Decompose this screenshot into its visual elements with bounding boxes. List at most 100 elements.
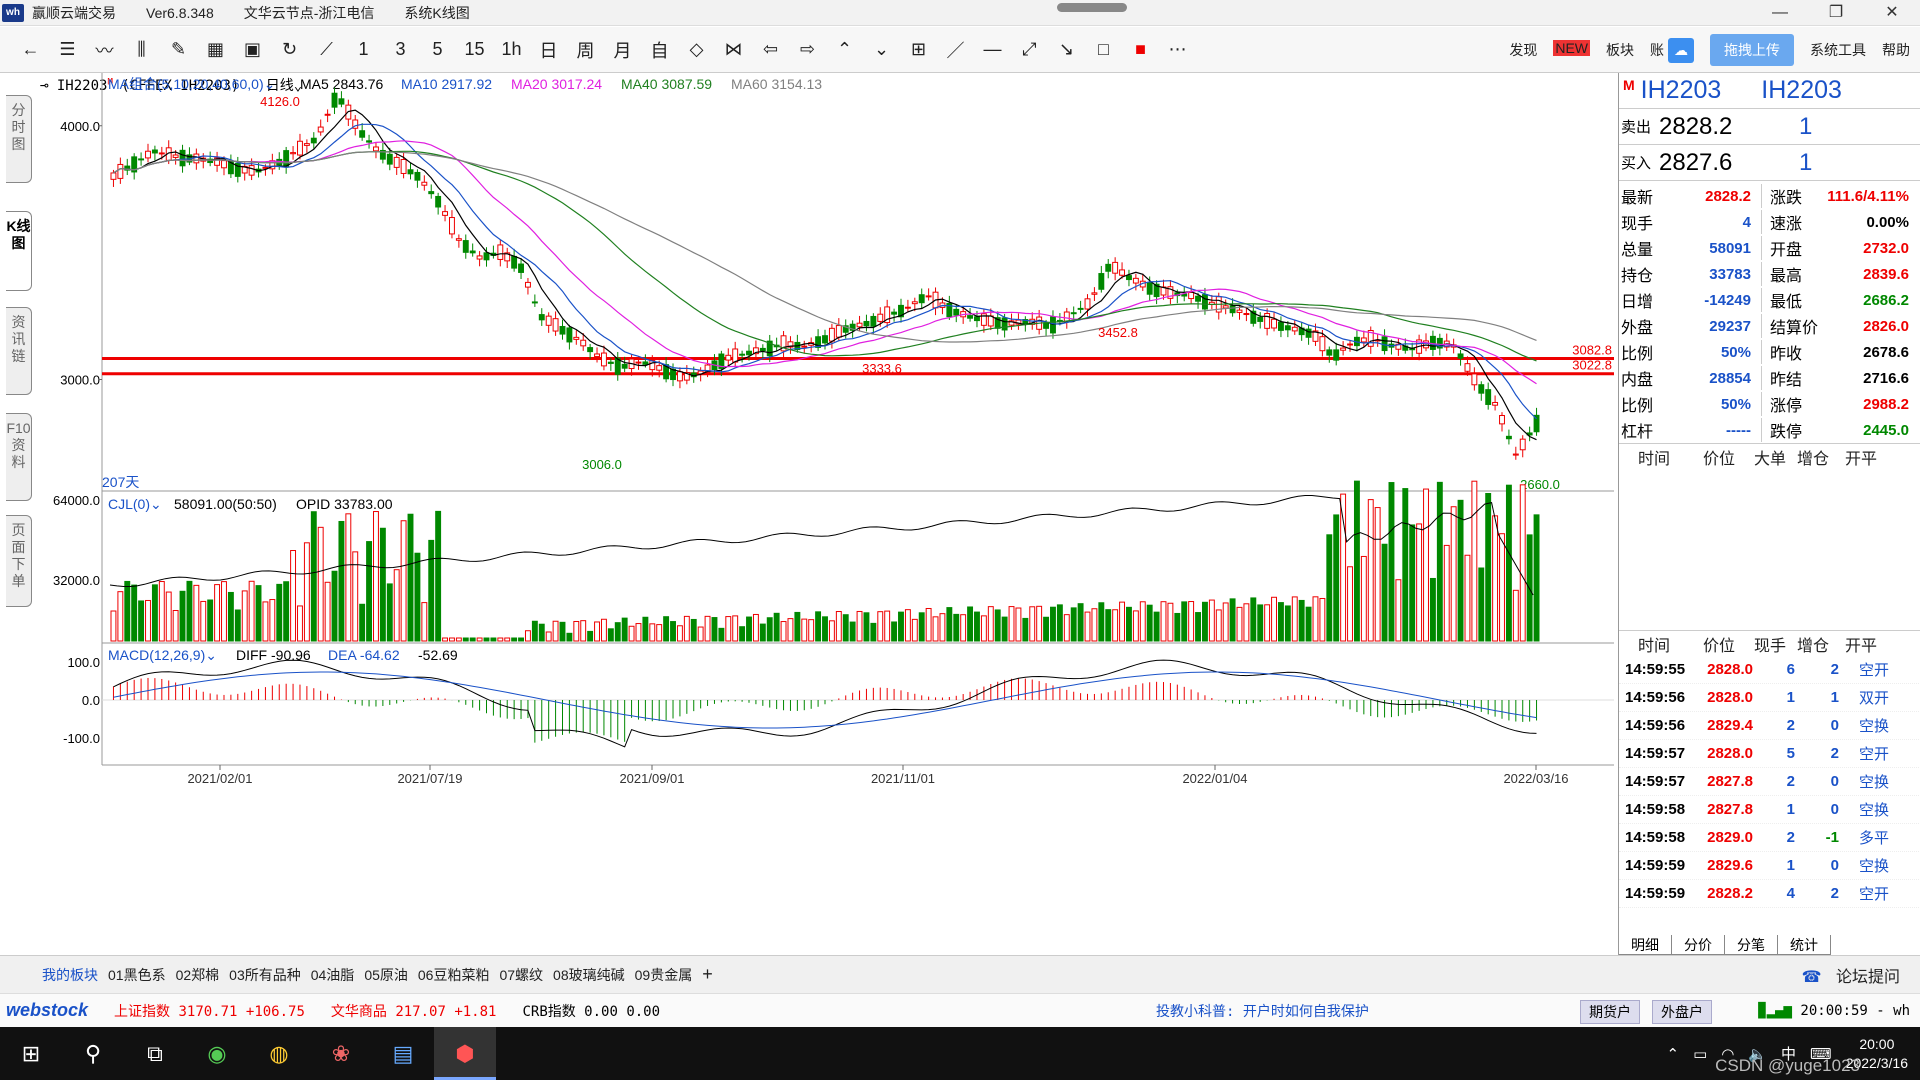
down-icon[interactable]: ⌄ [863, 39, 900, 60]
board-tab-2[interactable]: 02郑棉 [176, 965, 220, 985]
wh6-app-icon[interactable]: ⬢ [434, 1027, 496, 1080]
wh-commodity-index[interactable]: 文华商品 217.07 +1.81 [331, 1001, 497, 1021]
task-view-icon[interactable]: ⧉ [124, 1041, 186, 1067]
minimize-button[interactable]: — [1752, 0, 1808, 26]
sell-row[interactable]: 卖出 2828.2 1 [1619, 109, 1920, 145]
period-day[interactable]: 日 [530, 37, 567, 63]
column-header[interactable]: 时间 [1619, 445, 1689, 469]
tick-row[interactable]: 14:59:57 2827.8 2 0 空换 [1619, 768, 1920, 796]
column-header[interactable]: 现手 [1749, 632, 1791, 656]
quote-tab[interactable]: 明细 [1619, 935, 1672, 955]
kline-chart[interactable]: 4000.0 3000.0 MA组合(5,10,20,40,60,0)⌄ MA5 28… [0, 73, 1618, 955]
chrome-icon[interactable]: ◍ [248, 1041, 310, 1067]
draw-icon[interactable]: ✎ [160, 39, 197, 60]
maximize-button[interactable]: ❐ [1808, 0, 1864, 26]
battery-icon[interactable]: ▭ [1693, 1045, 1707, 1063]
move-left-icon[interactable]: ⇦ [752, 39, 789, 60]
period-1min[interactable]: 1 [345, 39, 382, 60]
system-tools-button[interactable]: 系统工具 [1810, 40, 1866, 60]
rect-tool-icon[interactable]: □ [1085, 39, 1122, 60]
indicator-icon[interactable]: ⟋ [308, 39, 345, 60]
drag-handle[interactable] [1057, 3, 1127, 12]
period-5min[interactable]: 5 [419, 39, 456, 60]
zoom-out-icon[interactable]: ⋈ [715, 39, 752, 60]
column-header[interactable]: 价位 [1689, 445, 1749, 469]
crb-index[interactable]: CRB指数 0.00 0.00 [522, 1001, 660, 1021]
zoom-in-icon[interactable]: ◇ [678, 39, 715, 60]
stat-key-2[interactable]: 结算价 [1761, 314, 1819, 338]
upload-button[interactable]: 拖拽上传 [1710, 34, 1794, 66]
stat-value: ----- [1726, 421, 1751, 439]
back-icon[interactable]: ← [12, 39, 49, 60]
period-week[interactable]: 周 [567, 37, 604, 63]
ray-tool-icon[interactable]: ⤢ [1011, 39, 1048, 60]
sh-index[interactable]: 上证指数 3170.71 +106.75 [114, 1001, 305, 1021]
tick-row[interactable]: 14:59:56 2829.4 2 0 空换 [1619, 712, 1920, 740]
my-board-tab[interactable]: 我的板块 [42, 965, 98, 985]
layout-icon[interactable]: ⊞ [900, 39, 937, 60]
column-header[interactable]: 开平 [1835, 632, 1887, 656]
buy-row[interactable]: 买入 2827.6 1 [1619, 145, 1920, 181]
close-button[interactable]: ✕ [1864, 0, 1920, 26]
column-header[interactable]: 时间 [1619, 632, 1689, 656]
quote-list-icon[interactable]: ☰ [49, 39, 86, 60]
refresh-icon[interactable]: ↻ [271, 39, 308, 60]
help-button[interactable]: 帮助 [1882, 40, 1910, 60]
board-button[interactable]: 板块 [1606, 40, 1634, 60]
board-tab-6[interactable]: 06豆粕菜粕 [418, 965, 490, 985]
add-board-button[interactable]: + [702, 964, 713, 985]
start-icon[interactable]: ⊞ [0, 1041, 62, 1067]
column-header[interactable]: 开平 [1835, 445, 1887, 469]
tick-row[interactable]: 14:59:58 2829.0 2 -1 多平 [1619, 824, 1920, 852]
save-icon[interactable]: ▣ [234, 39, 271, 60]
chart-svg[interactable]: 4000.0 3000.0 MA组合(5,10,20,40,60,0)⌄ MA5 28… [0, 73, 1618, 955]
board-tab-7[interactable]: 07螺纹 [499, 965, 543, 985]
tick-row[interactable]: 14:59:59 2828.2 4 2 空开 [1619, 880, 1920, 908]
app-icon-2[interactable]: ❀ [310, 1041, 372, 1067]
calculator-icon[interactable]: ▦ [197, 39, 234, 60]
column-header[interactable]: 增仓 [1791, 632, 1835, 656]
bar-chart-icon[interactable]: ⫼ [123, 39, 160, 60]
column-header[interactable]: 价位 [1689, 632, 1749, 656]
tick-row[interactable]: 14:59:59 2829.6 1 0 空换 [1619, 852, 1920, 880]
board-tab-1[interactable]: 01黑色系 [108, 965, 166, 985]
color-icon[interactable]: ■ [1122, 39, 1159, 60]
quote-tab[interactable]: 分笔 [1725, 935, 1778, 955]
search-icon[interactable]: ⚲ [62, 1041, 124, 1067]
app-icon-3[interactable]: ▤ [372, 1041, 434, 1067]
chevron-up-icon[interactable]: ⌃ [1666, 1045, 1679, 1063]
hline-tool-icon[interactable]: — [974, 39, 1011, 60]
column-header[interactable]: 大单 [1749, 445, 1791, 469]
forum-button[interactable]: ☎ 论坛提问 [1802, 963, 1900, 987]
quote-tab[interactable]: 分价 [1672, 935, 1725, 955]
tick-row[interactable]: 14:59:56 2828.0 1 1 双开 [1619, 684, 1920, 712]
account-button[interactable]: 账 [1650, 40, 1664, 60]
line-chart-icon[interactable]: 〰 [86, 37, 123, 63]
column-header[interactable]: 增仓 [1791, 445, 1835, 469]
board-tab-4[interactable]: 04油脂 [311, 965, 355, 985]
tick-row[interactable]: 14:59:55 2828.0 6 2 空开 [1619, 656, 1920, 684]
app-360-icon[interactable]: ◉ [186, 1041, 248, 1067]
period-1h[interactable]: 1h [493, 39, 530, 60]
board-tab-9[interactable]: 09贵金属 [635, 965, 693, 985]
futures-account-button[interactable]: 期货户 [1580, 1000, 1640, 1024]
period-15min[interactable]: 15 [456, 39, 493, 60]
period-month[interactable]: 月 [604, 37, 641, 63]
up-icon[interactable]: ⌃ [826, 39, 863, 60]
more-icon[interactable]: ⋯ [1159, 39, 1196, 60]
tick-row[interactable]: 14:59:57 2828.0 5 2 空开 [1619, 740, 1920, 768]
arrow-tool-icon[interactable]: ↘ [1048, 39, 1085, 60]
board-tab-5[interactable]: 05原油 [364, 965, 408, 985]
board-tab-8[interactable]: 08玻璃纯碱 [553, 965, 625, 985]
cloud-icon[interactable]: ☁ [1668, 37, 1694, 63]
period-3min[interactable]: 3 [382, 39, 419, 60]
move-right-icon[interactable]: ⇨ [789, 39, 826, 60]
foreign-account-button[interactable]: 外盘户 [1652, 1000, 1712, 1024]
period-custom[interactable]: 自 [641, 37, 678, 63]
line-tool-icon[interactable]: ／ [937, 37, 974, 63]
quote-tab[interactable]: 统计 [1778, 935, 1831, 955]
edu-tip[interactable]: 投教小科普: 开户时如何自我保护 [1156, 1001, 1369, 1021]
tick-row[interactable]: 14:59:58 2827.8 1 0 空换 [1619, 796, 1920, 824]
board-tab-3[interactable]: 03所有品种 [229, 965, 301, 985]
discover-button[interactable]: 发现 NEW [1493, 40, 1590, 60]
